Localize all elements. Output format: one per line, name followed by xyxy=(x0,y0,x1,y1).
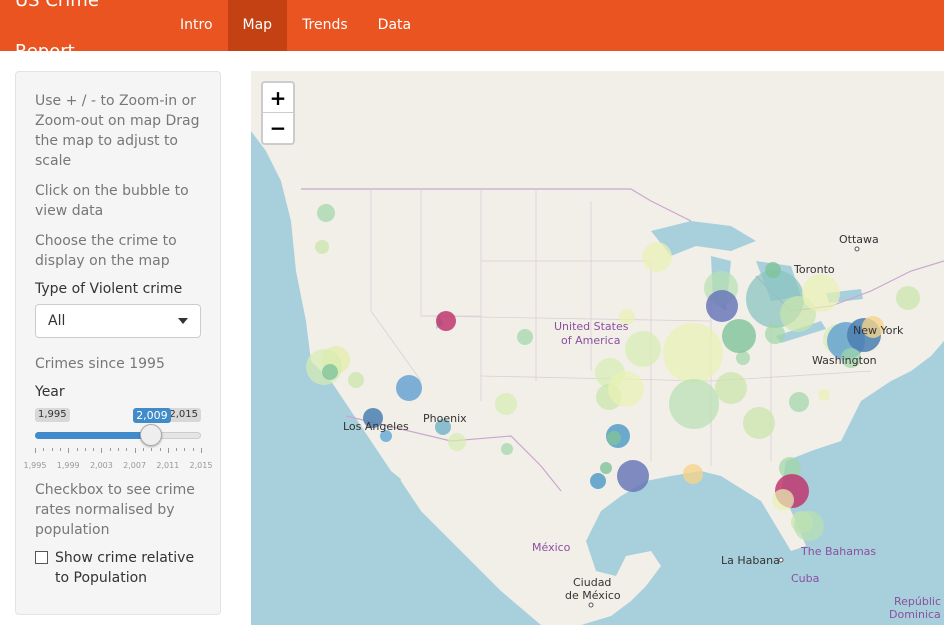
slider-tick xyxy=(35,448,36,453)
sidebar-panel: Use + / - to Zoom-in or Zoom-out on map … xyxy=(15,71,221,615)
crime-type-select[interactable]: All xyxy=(35,304,201,338)
slider-handle[interactable] xyxy=(140,424,163,446)
label-mexico: México xyxy=(532,541,571,554)
crime-type-value: All xyxy=(48,313,66,329)
slider-tick xyxy=(51,448,53,451)
crime-help-text: Choose the crime to display on the map xyxy=(35,233,177,269)
tab-intro[interactable]: Intro xyxy=(165,0,228,51)
bubble-help-text: Click on the bubble to view data xyxy=(35,183,189,219)
slider-fill xyxy=(35,432,152,439)
label-bahamas: The Bahamas xyxy=(800,545,876,558)
slider-tick xyxy=(109,448,111,451)
zoom-help-text: Use + / - to Zoom-in or Zoom-out on map … xyxy=(35,93,200,169)
app-title[interactable]: US Crime Report xyxy=(0,0,165,77)
slider-tick xyxy=(43,448,45,451)
slider-tick xyxy=(167,448,169,453)
zoom-out-button[interactable]: − xyxy=(263,113,293,143)
slider-tick-label: 2,011 xyxy=(156,461,180,470)
zoom-in-button[interactable]: + xyxy=(263,83,293,113)
population-checkbox[interactable] xyxy=(35,551,48,564)
zoom-control: + − xyxy=(261,81,295,145)
slider-tick xyxy=(101,448,103,453)
slider-tick-label: 1,995 xyxy=(23,461,47,470)
slider-tick xyxy=(192,448,194,451)
slider-tick-label: 2,003 xyxy=(89,461,113,470)
label-ciudad-2: de México xyxy=(565,589,621,602)
label-cuba: Cuba xyxy=(791,572,819,585)
label-los-angeles: Los Angeles xyxy=(343,420,409,433)
label-toronto: Toronto xyxy=(793,263,835,276)
year-slider[interactable]: 1,995 2,015 2,009 1,995 1,999 2,003 2,007 2,… xyxy=(24,404,212,470)
slider-tick xyxy=(159,448,161,451)
slider-tick xyxy=(201,448,202,453)
tab-map[interactable]: Map xyxy=(227,0,288,51)
label-ciudad-1: Ciudad xyxy=(573,576,611,589)
label-usa-line1: United States xyxy=(554,320,629,333)
navbar: US Crime Report Intro Map Trends Data xyxy=(0,0,944,62)
population-checkbox-row[interactable]: Show crime relative to Population xyxy=(35,548,201,588)
slider-tick xyxy=(134,448,136,453)
slider-max-label: 2,015 xyxy=(166,408,201,422)
slider-min-label: 1,995 xyxy=(35,408,70,422)
slider-tick-label: 2,007 xyxy=(123,461,147,470)
year-label: Year xyxy=(35,384,65,400)
slider-tick xyxy=(68,448,70,453)
slider-tick xyxy=(84,448,86,451)
label-new-york: New York xyxy=(853,324,904,337)
crime-map[interactable]: Ottawa Toronto New York Washington Unite… xyxy=(251,71,944,625)
map-labels: Ottawa Toronto New York Washington Unite… xyxy=(343,233,941,621)
slider-tick xyxy=(142,448,144,451)
slider-tick-label: 1,999 xyxy=(56,461,80,470)
slider-ticks xyxy=(35,448,202,454)
slider-tick xyxy=(176,448,178,451)
checkbox-help-text: Checkbox to see crime rates normalised b… xyxy=(35,482,195,538)
label-republica-1: Repúblic xyxy=(894,595,941,608)
slider-tick xyxy=(118,448,119,451)
label-havana: La Habana xyxy=(721,554,780,567)
label-phoenix: Phoenix xyxy=(423,412,467,425)
slider-tick xyxy=(151,448,153,451)
label-washington: Washington xyxy=(812,354,877,367)
since-text: Crimes since 1995 xyxy=(35,356,165,372)
slider-tick xyxy=(59,448,61,451)
crime-type-label: Type of Violent crime xyxy=(35,281,183,297)
slider-tick xyxy=(93,448,95,451)
chevron-down-icon xyxy=(178,318,188,324)
tab-trends[interactable]: Trends xyxy=(287,0,363,51)
slider-tick-label: 2,015 xyxy=(189,461,213,470)
population-checkbox-label: Show crime relative to Population xyxy=(55,550,195,586)
label-ottawa: Ottawa xyxy=(839,233,879,246)
slider-tick xyxy=(126,448,128,451)
slider-value-label: 2,009 xyxy=(133,408,171,423)
tab-data[interactable]: Data xyxy=(363,0,426,51)
label-usa-line2: of America xyxy=(561,334,620,347)
slider-tick xyxy=(76,448,78,451)
label-republica-2: Dominica xyxy=(889,608,941,621)
slider-tick xyxy=(184,448,186,451)
